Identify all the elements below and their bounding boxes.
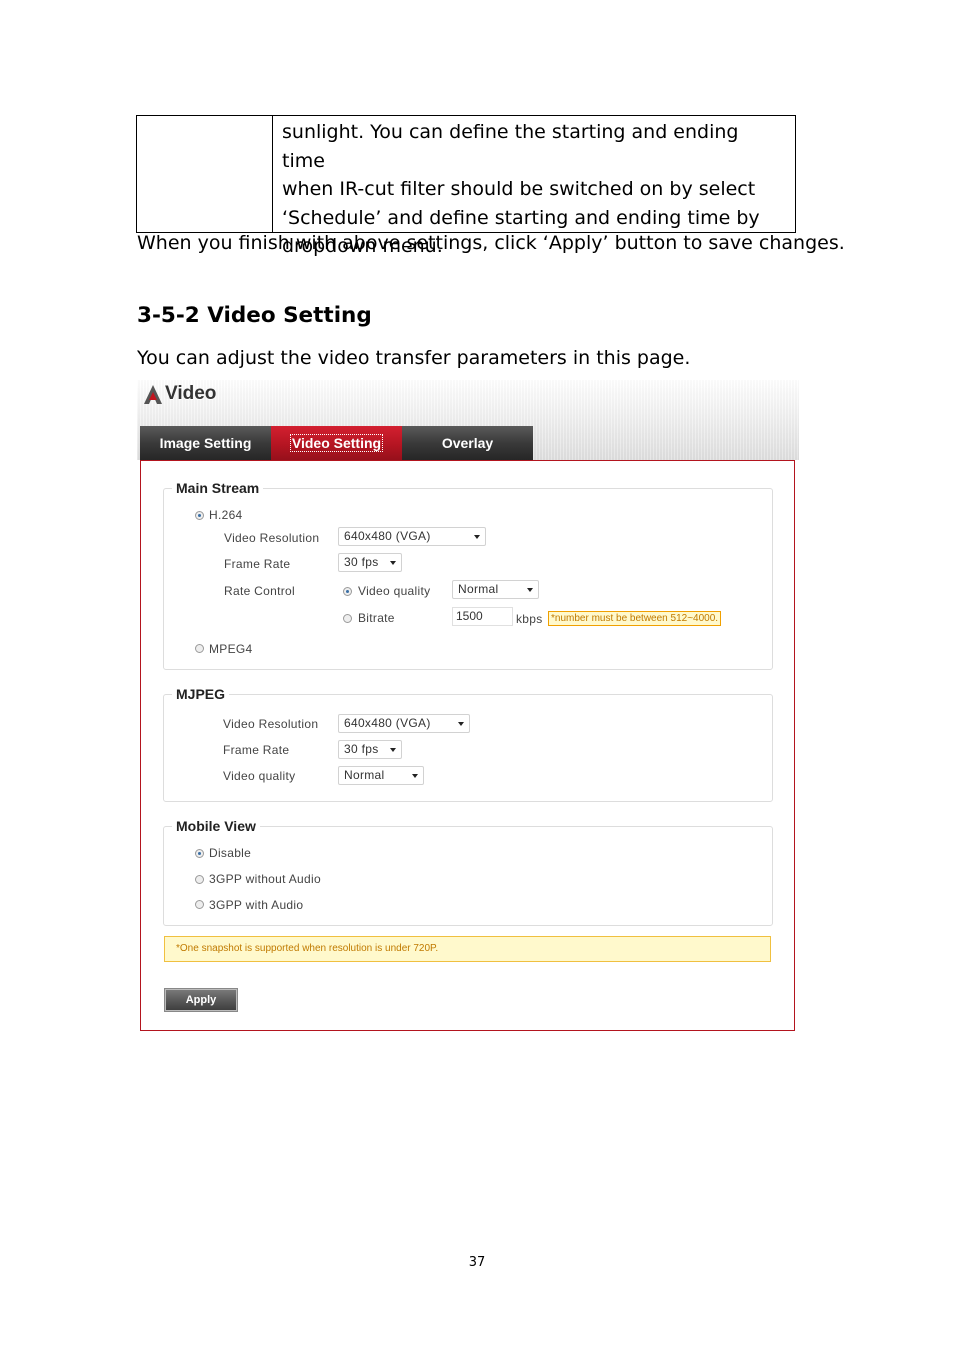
mobile-3gpp-audio-radio[interactable] — [195, 900, 204, 909]
mjpeg-frame-rate-label: Frame Rate — [223, 743, 290, 757]
select-value: Normal — [344, 768, 385, 782]
chevron-down-icon — [458, 722, 464, 726]
table-line: when IR-cut filter should be switched on… — [282, 178, 756, 200]
chevron-down-icon — [527, 588, 533, 592]
table-left-cell — [137, 116, 273, 232]
mpeg4-radio[interactable] — [195, 644, 204, 653]
bitrate-hint: *number must be between 512~4000. — [548, 611, 722, 626]
tab-bar: Image Setting Video Setting Overlay — [140, 426, 533, 460]
page-number: 37 — [468, 1255, 486, 1270]
rate-control-label: Rate Control — [224, 584, 295, 598]
chevron-down-icon — [390, 748, 396, 752]
mobile-view-legend: Mobile View — [176, 818, 256, 834]
video-settings-screenshot: Video Image Setting Video Setting Overla… — [137, 380, 799, 1034]
tab-label: Overlay — [441, 435, 494, 451]
tab-overlay[interactable]: Overlay — [402, 426, 533, 460]
chevron-down-icon — [474, 535, 480, 539]
main-video-quality-select[interactable]: Normal — [452, 580, 539, 599]
apply-button[interactable]: Apply — [164, 988, 238, 1012]
video-quality-radio[interactable] — [343, 587, 352, 596]
tab-label: Image Setting — [159, 435, 252, 451]
table-line: sunlight. You can define the starting an… — [282, 121, 739, 172]
bitrate-input[interactable]: 1500 — [452, 607, 513, 626]
mobile-disable-radio[interactable] — [195, 849, 204, 858]
finish-instruction: When you finish with above settings, cli… — [137, 232, 845, 254]
snapshot-note: *One snapshot is supported when resoluti… — [164, 936, 771, 962]
main-video-resolution-select[interactable]: 640x480 (VGA) — [338, 527, 486, 546]
tab-video-setting[interactable]: Video Setting — [271, 426, 402, 460]
chevron-down-icon — [390, 561, 396, 565]
main-frame-rate-select[interactable]: 30 fps — [338, 553, 402, 572]
mobile-option-label: 3GPP with Audio — [209, 898, 304, 912]
select-value: 640x480 (VGA) — [344, 716, 431, 730]
mjpeg-legend: MJPEG — [176, 686, 226, 702]
mobile-option-label: 3GPP without Audio — [209, 872, 321, 886]
select-value: 640x480 (VGA) — [344, 529, 431, 543]
mjpeg-video-resolution-select[interactable]: 640x480 (VGA) — [338, 714, 470, 733]
page-title: Video — [165, 383, 217, 404]
tab-label: Video Setting — [289, 434, 384, 452]
h264-radio[interactable] — [195, 511, 204, 520]
section-heading: 3-5-2 Video Setting — [137, 303, 372, 328]
frame-rate-label: Frame Rate — [224, 557, 291, 571]
main-stream-group: Main Stream — [163, 480, 773, 670]
mjpeg-video-quality-select[interactable]: Normal — [338, 766, 424, 785]
intro-paragraph: You can adjust the video transfer parame… — [137, 347, 691, 369]
video-resolution-label: Video Resolution — [224, 531, 320, 545]
tab-image-setting[interactable]: Image Setting — [140, 426, 271, 460]
bitrate-unit: kbps — [516, 612, 543, 626]
description-table: sunlight. You can define the starting an… — [136, 115, 796, 257]
select-value: Normal — [458, 582, 499, 596]
select-value: 30 fps — [344, 555, 379, 569]
video-quality-option-label: Video quality — [358, 584, 431, 598]
mjpeg-video-resolution-label: Video Resolution — [223, 717, 319, 731]
bitrate-option-label: Bitrate — [358, 611, 395, 625]
select-value: 30 fps — [344, 742, 379, 756]
h264-label: H.264 — [209, 508, 243, 522]
settings-panel: Main Stream H.264 Video Resolution 640x4… — [140, 460, 795, 1031]
main-stream-legend: Main Stream — [176, 480, 260, 496]
mpeg4-label: MPEG4 — [209, 642, 253, 656]
table-line: ‘Schedule’ and define starting and endin… — [282, 206, 760, 229]
bitrate-radio[interactable] — [343, 614, 352, 623]
mjpeg-video-quality-label: Video quality — [223, 769, 296, 783]
video-logo-icon — [144, 385, 162, 404]
mobile-3gpp-no-audio-radio[interactable] — [195, 875, 204, 884]
chevron-down-icon — [412, 774, 418, 778]
mjpeg-frame-rate-select[interactable]: 30 fps — [338, 740, 402, 759]
mobile-option-label: Disable — [209, 846, 252, 860]
